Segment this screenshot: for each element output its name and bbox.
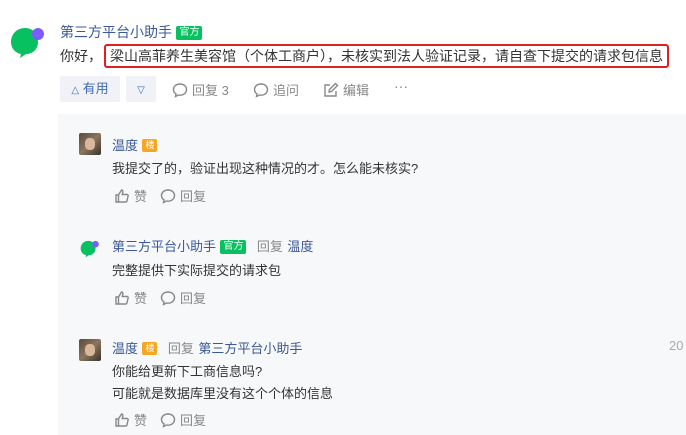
comment-icon [160, 188, 176, 204]
more-button[interactable]: ··· [394, 78, 408, 94]
reply-label: 回复 [256, 239, 283, 254]
comment-text: 你能给更新下工商信息吗? [112, 364, 263, 379]
reply-to-user[interactable]: 第三方平台小助手 [198, 341, 302, 356]
comment-reply-button[interactable]: 回复 [160, 410, 206, 429]
like-button[interactable]: 赞 [114, 288, 147, 307]
post-author[interactable]: 第三方平台小助手 [60, 24, 172, 40]
comment-text: 完整提供下实际提交的请求包 [112, 263, 282, 278]
edit-button[interactable]: 编辑 [323, 80, 369, 99]
thumbs-up-icon [115, 188, 129, 203]
comment-reply-button[interactable]: 回复 [160, 186, 206, 205]
edit-icon [324, 82, 339, 97]
post-content: 你好， 梁山高菲养生美容馆（个体工商户），未核实到法人验证记录，请自查下提交的请求… [60, 44, 669, 68]
avatar[interactable] [79, 133, 101, 155]
comment-date: 20 [669, 338, 684, 353]
follow-up-button[interactable]: 追问 [253, 80, 299, 99]
comment-text: 我提交了的，验证出现这种情况的才。怎么能未核实? [112, 161, 419, 176]
comment-header: 第三方平台小助手 官方 回复 温度 [112, 236, 313, 256]
post-highlight: 梁山高菲养生美容馆（个体工商户），未核实到法人验证记录，请自查下提交的请求包信息 [104, 44, 669, 68]
comment-icon [172, 82, 188, 98]
reply-label: 回复 [167, 341, 194, 356]
comment-author[interactable]: 温度 [112, 138, 138, 153]
assistant-logo-icon [8, 24, 48, 58]
comment-icon [160, 412, 176, 428]
comment-author[interactable]: 第三方平台小助手 [112, 239, 216, 254]
floor-badge: 楼 [142, 342, 158, 356]
post-prefix: 你好， [60, 48, 102, 64]
comment-header: 温度 楼 [112, 135, 158, 155]
reply-to-user[interactable]: 温度 [287, 239, 313, 254]
comment-author[interactable]: 温度 [112, 341, 138, 356]
comment-header: 温度 楼 回复 第三方平台小助手 [112, 338, 302, 358]
like-button[interactable]: 赞 [114, 410, 147, 429]
comment-reply-button[interactable]: 回复 [160, 288, 206, 307]
thumbs-up-icon [115, 412, 129, 427]
like-button[interactable]: 赞 [114, 186, 147, 205]
not-useful-button[interactable]: ▽ [126, 76, 156, 102]
comment-icon [160, 290, 176, 306]
comment-text: 可能就是数据库里没有这个个体的信息 [112, 386, 334, 401]
post-header: 第三方平台小助手 官方 [60, 22, 203, 42]
official-badge: 官方 [220, 239, 247, 254]
reply-button[interactable]: 回复 3 [172, 80, 229, 99]
useful-button[interactable]: △ 有用 [60, 76, 120, 102]
official-badge: 官方 [176, 25, 203, 40]
floor-badge: 楼 [142, 139, 158, 153]
down-triangle-icon: ▽ [137, 85, 145, 96]
comment-icon [253, 82, 269, 98]
thumbs-up-icon [115, 290, 129, 305]
up-triangle-icon: △ [71, 85, 80, 96]
assistant-logo-icon[interactable] [79, 238, 101, 263]
avatar[interactable] [79, 339, 101, 361]
